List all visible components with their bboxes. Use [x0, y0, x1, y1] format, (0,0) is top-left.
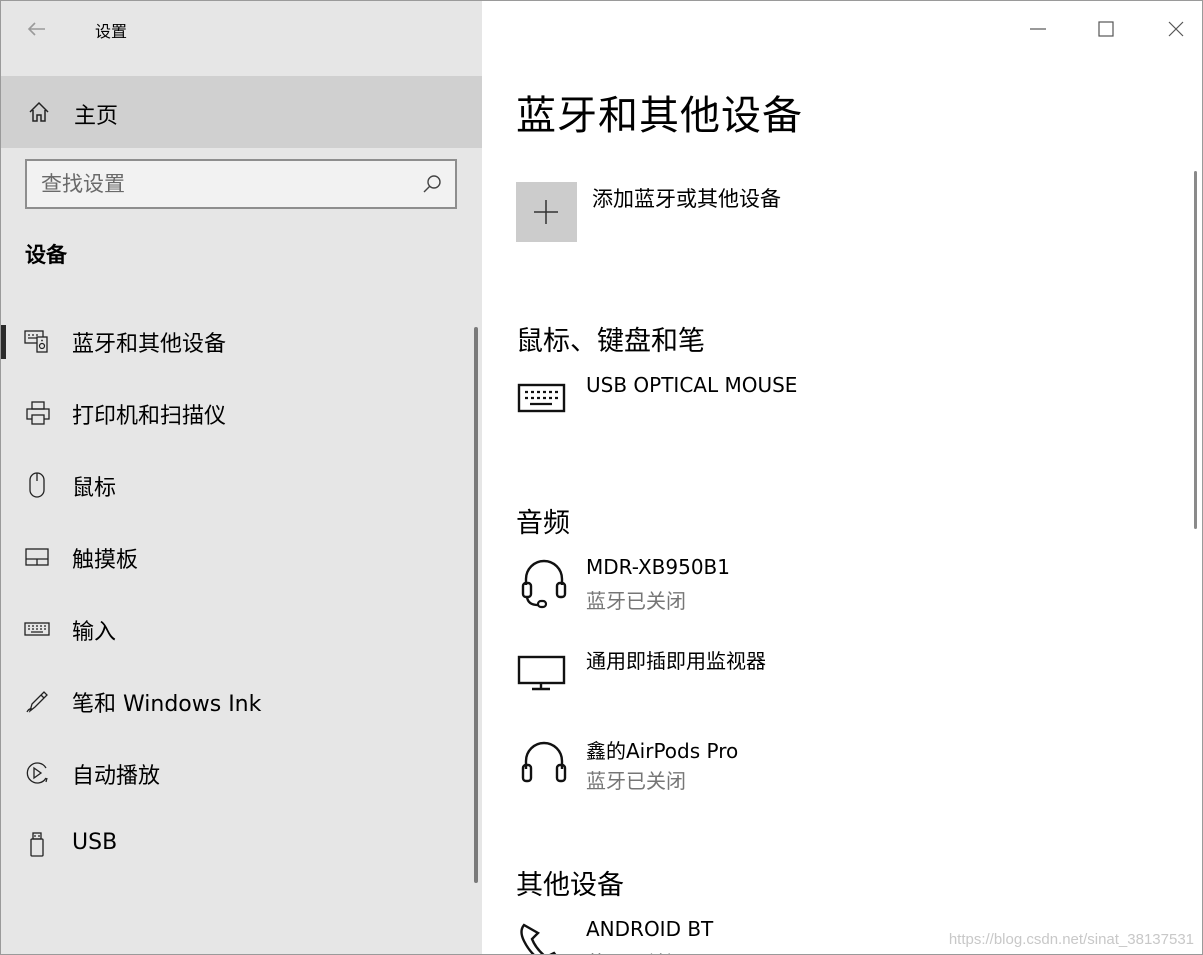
device-name: MDR-XB950B1 — [586, 555, 731, 579]
group-title-other: 其他设备 — [516, 870, 624, 901]
keyboard-icon — [517, 383, 566, 413]
bluetooth-devices-icon — [24, 330, 48, 353]
maximize-button[interactable] — [1090, 13, 1122, 45]
sidebar-item-typing[interactable]: 输入 — [1, 593, 471, 665]
search-icon[interactable] — [421, 173, 443, 195]
device-name: USB OPTICAL MOUSE — [586, 373, 798, 397]
headphones-icon — [521, 741, 567, 783]
home-icon — [29, 101, 49, 122]
device-status: 蓝牙已关闭 — [586, 589, 686, 613]
sidebar-item-autoplay[interactable]: 自动播放 — [1, 737, 471, 809]
device-item-monitor[interactable]: 通用即插即用监视器 — [516, 645, 1166, 715]
device-status: 蓝牙已关闭 — [586, 947, 686, 954]
section-title: 设备 — [25, 243, 67, 267]
touchpad-icon — [25, 548, 49, 566]
window-controls — [992, 1, 1202, 55]
sidebar-item-label: 鼠标 — [72, 476, 117, 501]
keyboard-icon — [24, 622, 50, 636]
autoplay-icon — [26, 762, 48, 784]
maximize-icon — [1098, 21, 1114, 37]
sidebar-item-home[interactable]: 主页 — [1, 76, 482, 148]
minimize-icon — [1030, 28, 1046, 30]
main-content: 蓝牙和其他设备 添加蓝牙或其他设备 鼠标、键盘和笔 USB OPTICAL MO… — [482, 1, 1202, 954]
minimize-button[interactable] — [1022, 13, 1054, 45]
device-name: ANDROID BT — [586, 917, 714, 941]
sidebar-scrollbar[interactable] — [474, 327, 478, 883]
mouse-icon — [29, 472, 45, 498]
back-arrow-icon — [27, 22, 45, 36]
headset-icon — [521, 559, 567, 609]
monitor-icon — [517, 655, 566, 691]
group-title-audio: 音频 — [516, 508, 570, 539]
sidebar-item-touchpad[interactable]: 触摸板 — [1, 521, 471, 593]
plus-icon — [534, 200, 558, 224]
watermark: https://blog.csdn.net/sinat_38137531 — [948, 931, 1194, 948]
sidebar-item-usb[interactable]: USB — [1, 809, 471, 881]
search-box[interactable] — [25, 159, 457, 209]
selected-indicator — [1, 325, 6, 359]
sidebar-item-pen[interactable]: 笔和 Windows Ink — [1, 665, 471, 737]
phone-icon — [520, 923, 557, 954]
device-item-mdr-xb950b1[interactable]: MDR-XB950B1 蓝牙已关闭 — [516, 555, 1166, 625]
sidebar-item-label: 自动播放 — [72, 764, 161, 789]
add-device-label[interactable]: 添加蓝牙或其他设备 — [592, 183, 781, 213]
sidebar-nav: 蓝牙和其他设备 打印机和扫描仪 鼠标 触摸板 输入 笔和 Windows Ink… — [1, 305, 482, 881]
sidebar: 设置 主页 设备 — [1, 1, 482, 954]
sidebar-item-mouse[interactable]: 鼠标 — [1, 449, 471, 521]
page-title: 蓝牙和其他设备 — [516, 93, 803, 139]
home-label: 主页 — [74, 104, 119, 129]
sidebar-item-label: 打印机和扫描仪 — [72, 404, 227, 429]
window-title: 设置 — [95, 22, 128, 41]
sidebar-item-printers[interactable]: 打印机和扫描仪 — [1, 377, 471, 449]
add-device-button[interactable] — [516, 182, 577, 242]
pen-icon — [26, 691, 48, 713]
sidebar-item-label: 触摸板 — [72, 548, 139, 573]
back-button[interactable] — [23, 15, 51, 43]
sidebar-item-label: USB — [72, 830, 118, 855]
sidebar-item-label: 蓝牙和其他设备 — [72, 332, 227, 357]
device-name: 通用即插即用监视器 — [586, 649, 766, 673]
group-title-input: 鼠标、键盘和笔 — [516, 326, 705, 357]
close-icon — [1168, 21, 1184, 37]
search-input[interactable] — [41, 169, 411, 199]
device-status: 蓝牙已关闭 — [586, 769, 686, 793]
main-scrollbar[interactable] — [1194, 171, 1197, 529]
device-item-usb-mouse[interactable]: USB OPTICAL MOUSE — [516, 373, 1166, 443]
sidebar-item-label: 输入 — [72, 620, 117, 645]
close-button[interactable] — [1160, 13, 1192, 45]
settings-window: 设置 主页 设备 — [0, 0, 1203, 955]
device-name: 鑫的AirPods Pro — [586, 739, 739, 763]
device-item-airpods[interactable]: 鑫的AirPods Pro 蓝牙已关闭 — [516, 735, 1166, 805]
usb-icon — [30, 832, 44, 857]
sidebar-item-bluetooth[interactable]: 蓝牙和其他设备 — [1, 305, 471, 377]
printer-icon — [26, 401, 50, 425]
sidebar-item-label: 笔和 Windows Ink — [72, 692, 262, 717]
